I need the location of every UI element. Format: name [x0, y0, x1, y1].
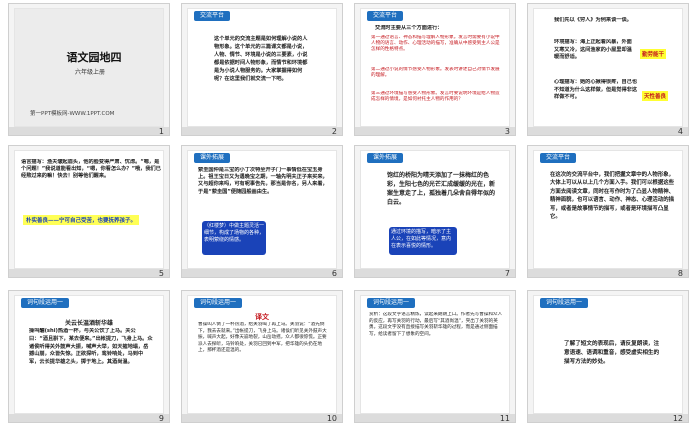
slide-environment: 环境描写：海上正起着风暴，外面又寒又冷，这间渔家的小屋里却温暖而舒适。 [554, 39, 632, 61]
slide-header: 课外拓展 [367, 153, 404, 163]
slide-footer-bar [182, 414, 342, 422]
slide-environment-tag: 勤劳能干 [640, 49, 667, 59]
slide-number: 5 [158, 269, 164, 278]
slide-title: 语文园地四 [66, 51, 122, 64]
slide-footer-bar [9, 269, 169, 277]
slide-footer-bar [355, 127, 515, 135]
slide-thumbnail-3[interactable]: 交流平台 交流时主要从三个方面进行： 第一通过语言、神态和描写理解人物形象。发言… [354, 3, 516, 136]
slide-body: 饱红的桥阳为晴天添加了一抹梅红的色彩，生阳七色的光芒汇成缓缓的光在，新案生意走了… [387, 172, 496, 206]
slide-thumbnail-11[interactable]: 词句段运用一 赏析：这段文字语言精炼，读起来朗朗上口。作者先写曹操和众人的反应，… [354, 290, 516, 423]
slide-body: 语言描写：渔夫皱起眉头，他的脸变得严肃、忧虑。“嗯，是个问题！”我说道能看出知，… [21, 159, 161, 180]
slide-point-2: 第二通过小说的情节感受人物形象。发表时讲述自己对情节发展的理解。 [371, 67, 500, 79]
slide-title: 译文 [255, 313, 269, 321]
slide-canvas: 交流平台 在这次的交流平台中，我们把握文章中的人物形象，大体上可以从以上几个方面… [533, 150, 683, 269]
slide-footer-bar [355, 414, 515, 422]
slide-number: 1 [158, 127, 164, 136]
slide-canvas: 语言描写：渔夫皱起眉头，他的脸变得严肃、忧虑。“嗯，是个问题！”我说道能看出知，… [14, 150, 164, 269]
slide-thumbnail-4[interactable]: 我们先以《穷人》为例来谈一谈。 环境描写：海上正起着风暴，外面又寒又冷，这间渔家… [527, 3, 689, 136]
slide-thumbnail-8[interactable]: 交流平台 在这次的交流平台中，我们把握文章中的人物形象，大体上可以从以上几个方面… [527, 145, 689, 278]
slide-number: 8 [677, 269, 683, 278]
slide-canvas: 课外拓展 饱红的桥阳为晴天添加了一抹梅红的色彩，生阳七色的光芒汇成缓缓的光在，新… [360, 150, 510, 269]
slide-thumbnail-6[interactable]: 课外拓展 萦圭国仲是三宝的小丁次特至开子门一事情低在宝玉身上。祖王宝日又为遇晚宝… [181, 145, 343, 278]
slide-body: 曹操叫人倒了一杯热酒，给关羽喝了再上马。关羽说：“酒先倒下，我去去就来。”出帐提… [198, 322, 327, 354]
slide-number: 2 [331, 127, 337, 136]
slide-footer-bar [9, 127, 169, 135]
slide-subtitle: 六年级上册 [75, 69, 106, 76]
slide-psychology-tag: 天性善良 [642, 91, 669, 101]
slide-canvas: 交流平台 这个单元的交流主题是如何理解小说的人物形象。这个单元的三篇课文都是小说… [187, 8, 337, 127]
slide-lead: 我们先以《穷人》为例来谈一谈。 [554, 17, 632, 23]
slide-body: 了解了短文的表现后，请反复朗读，注意语速、语调和重音，感受虚实相生的描写方法的妙… [564, 341, 660, 365]
slide-canvas: 词句段运用一 赏析：这段文字语言精炼，读起来朗朗上口。作者先写曹操和众人的反应，… [360, 295, 510, 414]
slide-point-3: 第三通过环境描写感受人物形象。发言时要说明环境是给人物造成怎样的情境，是如何衬托… [371, 91, 500, 103]
slide-psychology: 心理描写：她的心揪得很疼，自己也不知道为什么这样做，但是觉得非这样做不可。 [554, 79, 638, 101]
slide-header: 交流平台 [194, 11, 231, 21]
slide-point-1: 第一通过语言、神态和描写理解人物形象。发言时需要有小说中人物的语言、动作、心理活… [371, 35, 500, 53]
slide-number: 3 [504, 127, 510, 136]
slide-body: 操叫酾(shi)热酒一杯，与关公饮了上马。关公曰：“酒且斟下，某去便来。”出帐提… [29, 328, 153, 366]
slide-canvas: 语文园地四 六年级上册 第一PPT模板网-WWW.1PPT.COM [14, 8, 164, 127]
slide-footer-bar [528, 127, 688, 135]
slide-sorter-grid: 语文园地四 六年级上册 第一PPT模板网-WWW.1PPT.COM 1 交流平台… [0, 0, 700, 431]
slide-number: 12 [672, 414, 683, 423]
slide-number: 10 [326, 414, 337, 423]
slide-thumbnail-10[interactable]: 词句段运用一 译文 曹操叫人倒了一杯热酒，给关羽喝了再上马。关羽说：“酒先倒下，… [181, 290, 343, 423]
slide-highlight-band: 朴实善良——宁可自己受苦，也要抚养孩子。 [23, 215, 140, 225]
slide-number: 7 [504, 269, 510, 278]
slide-footer-bar [9, 414, 169, 422]
slide-header: 课外拓展 [194, 153, 231, 163]
slide-body: 在这次的交流平台中，我们把握文章中的人物形象，大体上可以从以上几个方面入手。我们… [550, 172, 674, 221]
slide-canvas: 我们先以《穷人》为例来谈一谈。 环境描写：海上正起着风暴，外面又寒又冷，这间渔家… [533, 8, 683, 127]
slide-footer-bar [528, 269, 688, 277]
slide-title: 关云长温酒斩华雄 [64, 320, 113, 327]
slide-header: 词句段运用一 [194, 298, 243, 308]
slide-canvas: 词句段运用一 了解了短文的表现后，请反复朗读，注意语速、语调和重音，感受虚实相生… [533, 295, 683, 414]
slide-header: 交流平台 [367, 11, 404, 21]
slide-thumbnail-5[interactable]: 语言描写：渔夫皱起眉头，他的脸变得严肃、忧虑。“嗯，是个问题！”我说道能看出知，… [8, 145, 170, 278]
slide-header: 词句段运用一 [21, 298, 70, 308]
slide-footer: 第一PPT模板网-WWW.1PPT.COM [30, 111, 115, 117]
slide-intro: 交流时主要从三个方面进行： [375, 25, 443, 31]
slide-thumbnail-9[interactable]: 词句段运用一 关云长温酒斩华雄 操叫酾(shi)热酒一杯，与关公饮了上马。关公曰… [8, 290, 170, 423]
slide-thumbnail-1[interactable]: 语文园地四 六年级上册 第一PPT模板网-WWW.1PPT.COM 1 [8, 3, 170, 136]
slide-header: 交流平台 [540, 153, 577, 163]
slide-header: 词句段运用一 [540, 298, 589, 308]
slide-canvas: 课外拓展 萦圭国仲是三宝的小丁次特至开子门一事情低在宝玉身上。祖王宝日又为遇晚宝… [187, 150, 337, 269]
slide-canvas: 词句段运用一 译文 曹操叫人倒了一杯热酒，给关羽喝了再上马。关羽说：“酒先倒下，… [187, 295, 337, 414]
slide-footer-bar [528, 414, 688, 422]
slide-footer-bar [182, 127, 342, 135]
slide-body: 萦圭国仲是三宝的小丁次特至开子门一事情低在宝玉身上。祖王宝日又为遇晚宝之期，一轴… [198, 167, 328, 195]
slide-number: 11 [499, 414, 510, 423]
slide-header: 词句段运用一 [367, 298, 416, 308]
slide-footer-bar [182, 269, 342, 277]
slide-canvas: 词句段运用一 关云长温酒斩华雄 操叫酾(shi)热酒一杯，与关公饮了上马。关公曰… [14, 295, 164, 414]
slide-note-box: （红楼梦）中做主题灵活一细节，构成了场物的各种，表明萦绕的情感。 [202, 221, 266, 255]
slide-body: 赏析：这段文字语言精炼，读起来朗朗上口。作者先写曹操和众人的反应，再写关羽的行动… [369, 312, 503, 337]
slide-note-box: 通过环境的描写，暗示了主人公，在如此等情况，意内在表示喜悦的情形。 [389, 227, 457, 255]
slide-canvas: 交流平台 交流时主要从三个方面进行： 第一通过语言、神态和描写理解人物形象。发言… [360, 8, 510, 127]
slide-thumbnail-7[interactable]: 课外拓展 饱红的桥阳为晴天添加了一抹梅红的色彩，生阳七色的光芒汇成缓缓的光在，新… [354, 145, 516, 278]
slide-number: 9 [158, 414, 164, 423]
slide-thumbnail-2[interactable]: 交流平台 这个单元的交流主题是如何理解小说的人物形象。这个单元的三篇课文都是小说… [181, 3, 343, 136]
slide-body: 这个单元的交流主题是如何理解小说的人物形象。这个单元的三篇课文都是小说，人物、情… [214, 36, 308, 82]
slide-number: 6 [331, 269, 337, 278]
slide-number: 4 [677, 127, 683, 136]
slide-footer-bar [355, 269, 515, 277]
slide-thumbnail-12[interactable]: 词句段运用一 了解了短文的表现后，请反复朗读，注意语速、语调和重音，感受虚实相生… [527, 290, 689, 423]
